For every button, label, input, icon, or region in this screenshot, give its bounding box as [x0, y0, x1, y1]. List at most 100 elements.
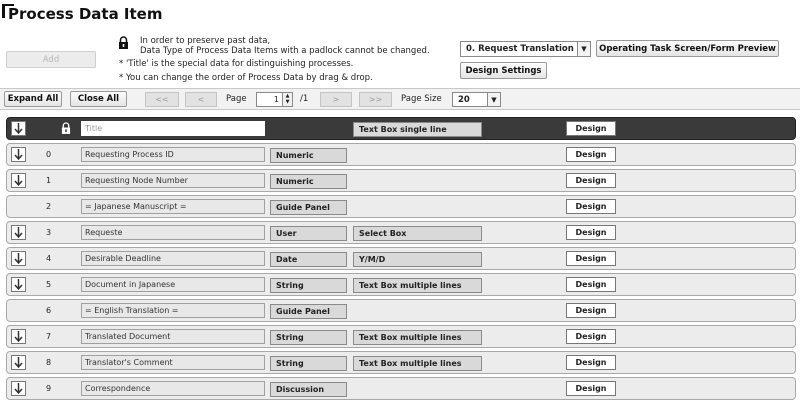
process-data-row[interactable]: 7 Translated Document String Text Box mu… [6, 325, 796, 348]
design-button[interactable]: Design [566, 225, 616, 240]
item-type: Guide Panel [270, 304, 347, 319]
page-size-value: 20 [458, 94, 470, 105]
item-name-field[interactable]: Translated Document [81, 329, 265, 344]
item-index: 0 [46, 150, 52, 159]
process-data-row[interactable]: 5 Document in Japanese String Text Box m… [6, 273, 796, 296]
drag-handle[interactable] [11, 251, 26, 266]
next-page-button[interactable]: > [320, 92, 352, 107]
item-name-field[interactable]: = Japanese Manuscript = [81, 199, 265, 214]
item-type: User [270, 226, 347, 241]
item-index: 5 [46, 280, 52, 289]
arrow-down-icon [14, 253, 23, 264]
page-size-label: Page Size [401, 94, 442, 104]
process-data-row[interactable]: 1 Requesting Node Number Numeric Design [6, 169, 796, 192]
process-data-row-title[interactable]: Title Text Box single line Design [6, 117, 796, 140]
item-index: 1 [46, 176, 52, 185]
process-data-row[interactable]: 6 = English Translation = Guide Panel De… [6, 299, 796, 322]
item-subtype: Text Box single line [353, 122, 482, 137]
page-label: Page [226, 94, 247, 104]
item-subtype: Text Box multiple lines [353, 330, 482, 345]
process-data-row[interactable]: 2 = Japanese Manuscript = Guide Panel De… [6, 195, 796, 218]
corner-mark [2, 4, 5, 18]
last-page-button[interactable]: >> [359, 92, 392, 107]
expand-all-button[interactable]: Expand All [4, 91, 62, 107]
add-button[interactable]: Add [6, 51, 96, 68]
page-number-input[interactable]: 1 [256, 92, 283, 107]
item-type: Guide Panel [270, 200, 347, 215]
drag-handle[interactable] [11, 381, 26, 396]
arrow-down-icon [14, 123, 23, 134]
arrow-down-icon [14, 357, 23, 368]
design-button[interactable]: Design [566, 251, 616, 266]
drag-handle[interactable] [11, 355, 26, 370]
design-button[interactable]: Design [566, 147, 616, 162]
item-name-field[interactable]: Requeste [81, 225, 265, 240]
item-name-field[interactable]: Requesting Node Number [81, 173, 265, 188]
item-subtype: Text Box multiple lines [353, 278, 482, 293]
arrow-down-icon [14, 227, 23, 238]
item-name-field[interactable]: Title [81, 121, 265, 136]
design-button[interactable]: Design [566, 381, 616, 396]
design-button[interactable]: Design [566, 199, 616, 214]
title-bar: Process Data Item [0, 0, 800, 26]
toolbar: Expand All Close All << < Page 1 ▲ ▼ /1 >… [0, 88, 800, 110]
item-index: 4 [46, 254, 52, 263]
design-settings-button[interactable]: Design Settings [460, 62, 547, 79]
process-data-row[interactable]: 8 Translator's Comment String Text Box m… [6, 351, 796, 374]
item-type: Discussion [270, 382, 347, 397]
node-select-value: 0. Request Translation [466, 44, 574, 54]
item-name-field[interactable]: = English Translation = [81, 303, 265, 318]
item-index: 8 [46, 358, 52, 367]
notice-line-1: In order to preserve past data, [140, 36, 271, 46]
item-type: String [270, 278, 347, 293]
item-name-field[interactable]: Document in Japanese [81, 277, 265, 292]
arrow-down-icon [14, 175, 23, 186]
design-button[interactable]: Design [566, 303, 616, 318]
item-subtype: Select Box [353, 226, 482, 241]
process-data-row[interactable]: 4 Desirable Deadline Date Y/M/D Design [6, 247, 796, 270]
page-total: /1 [300, 94, 309, 104]
process-data-row[interactable]: 3 Requeste User Select Box Design [6, 221, 796, 244]
page-size-select[interactable]: 20 ▼ [452, 92, 501, 107]
form-preview-button[interactable]: Operating Task Screen/Form Preview [596, 40, 779, 57]
design-button[interactable]: Design [566, 277, 616, 292]
prev-page-button[interactable]: < [185, 92, 217, 107]
drag-handle[interactable] [11, 173, 26, 188]
design-button[interactable]: Design [566, 355, 616, 370]
item-name-field[interactable]: Correspondence [81, 381, 265, 396]
notice-line-4: * You can change the order of Process Da… [119, 73, 373, 83]
drag-handle[interactable] [11, 121, 26, 136]
close-all-button[interactable]: Close All [70, 91, 127, 107]
item-type: String [270, 330, 347, 345]
process-data-row[interactable]: 9 Correspondence Discussion Design [6, 377, 796, 400]
item-index: 7 [46, 332, 52, 341]
notice-line-2: Data Type of Process Data Items with a p… [140, 46, 430, 56]
padlock-icon [61, 122, 71, 134]
design-button[interactable]: Design [566, 329, 616, 344]
chevron-down-icon: ▼ [487, 93, 500, 106]
page-spinner[interactable]: ▲ ▼ [282, 92, 293, 107]
arrow-down-icon [14, 149, 23, 160]
item-type: Numeric [270, 174, 347, 189]
arrow-down-icon [14, 383, 23, 394]
item-name-field[interactable]: Requesting Process ID [81, 147, 265, 162]
item-type: Numeric [270, 148, 347, 163]
item-name-field[interactable]: Translator's Comment [81, 355, 265, 370]
drag-handle[interactable] [11, 329, 26, 344]
node-select[interactable]: 0. Request Translation ▼ [460, 41, 591, 57]
process-data-row[interactable]: 0 Requesting Process ID Numeric Design [6, 143, 796, 166]
arrow-down-icon [14, 279, 23, 290]
item-index: 9 [46, 384, 52, 393]
padlock-icon [119, 36, 128, 49]
item-subtype: Y/M/D [353, 252, 482, 267]
design-button[interactable]: Design [566, 121, 616, 136]
item-type: String [270, 356, 347, 371]
item-index: 2 [46, 202, 52, 211]
item-name-field[interactable]: Desirable Deadline [81, 251, 265, 266]
drag-handle[interactable] [11, 147, 26, 162]
drag-handle[interactable] [11, 277, 26, 292]
first-page-button[interactable]: << [145, 92, 179, 107]
chevron-down-icon: ▼ [577, 42, 590, 56]
drag-handle[interactable] [11, 225, 26, 240]
design-button[interactable]: Design [566, 173, 616, 188]
